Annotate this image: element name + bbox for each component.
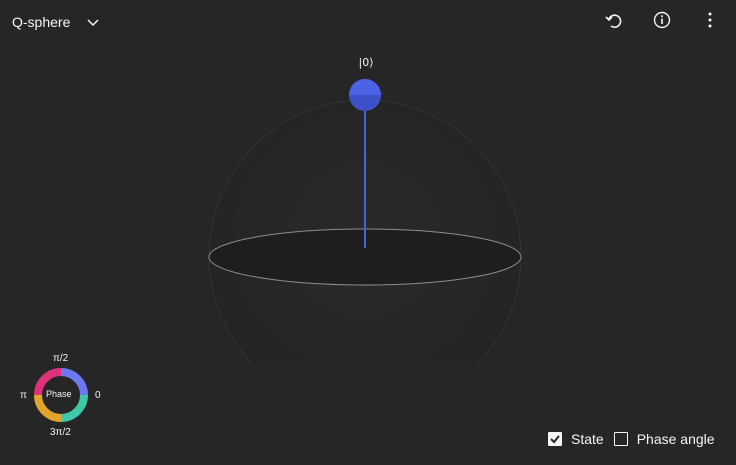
view-select-dropdown[interactable]: Q-sphere (12, 11, 100, 33)
toolbar: Q-sphere (0, 0, 736, 44)
state-label: State (571, 431, 604, 447)
phase-legend-wheel: Phase π/2 π 0 3π/2 (18, 350, 108, 440)
phase-angle-label: Phase angle (636, 431, 715, 447)
checkbox-empty-icon (613, 432, 628, 446)
phase-center-label: Phase (46, 389, 72, 399)
overflow-menu-icon (700, 10, 720, 35)
q-sphere-canvas[interactable]: |0⟩ (0, 44, 736, 364)
phase-right-label: 0 (95, 390, 101, 401)
display-options: State Phase angle (548, 430, 715, 448)
state-0-label: |0⟩ (359, 56, 374, 69)
phase-angle-checkbox[interactable]: Phase angle (613, 431, 715, 447)
reset-icon (604, 10, 624, 35)
phase-left-label: π (20, 390, 27, 401)
reset-button[interactable] (602, 10, 626, 34)
checkbox-checked-icon (548, 432, 562, 446)
phase-top-label: π/2 (53, 353, 69, 364)
more-options-button[interactable] (698, 10, 722, 34)
view-select-label: Q-sphere (12, 14, 71, 30)
info-icon (652, 10, 672, 35)
phase-bottom-label: 3π/2 (50, 427, 71, 438)
info-button[interactable] (650, 10, 674, 34)
chevron-down-icon (86, 15, 100, 29)
state-checkbox[interactable]: State (548, 431, 604, 447)
